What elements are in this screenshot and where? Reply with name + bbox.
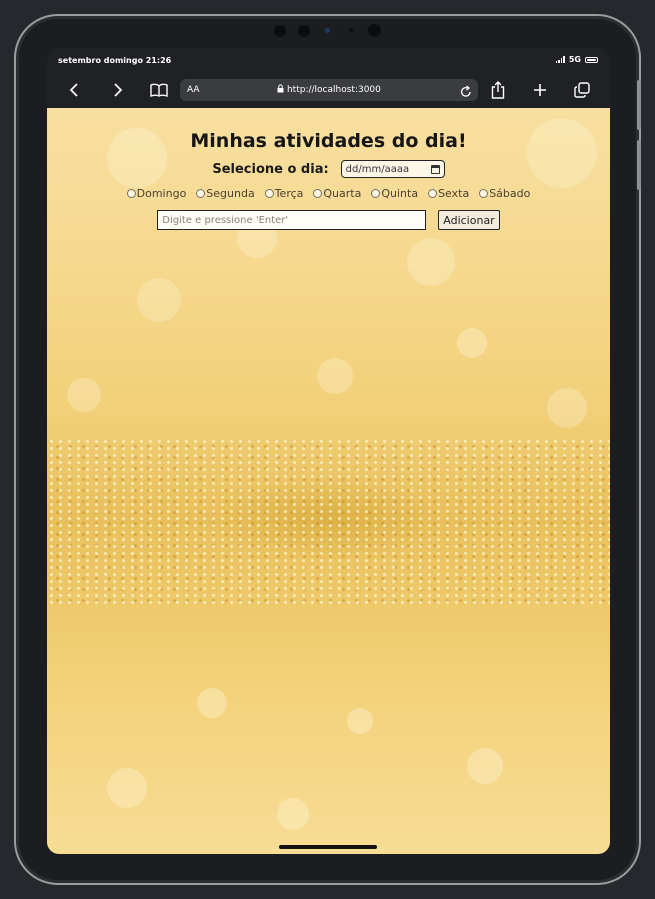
weekday-option-terca[interactable]: Terça [264, 187, 304, 200]
add-task-row: Digite e pressione 'Enter' Adicionar [47, 210, 610, 230]
signal-icon [555, 56, 565, 63]
battery-icon [585, 56, 598, 63]
weekday-option-quarta[interactable]: Quarta [313, 187, 361, 200]
back-icon[interactable] [63, 78, 87, 102]
bokeh-light [467, 748, 503, 784]
tabs-icon[interactable] [570, 78, 594, 102]
radio-button[interactable] [428, 189, 438, 198]
radio-button[interactable] [479, 189, 489, 198]
bokeh-light [317, 358, 353, 394]
radio-button[interactable] [126, 189, 136, 198]
network-label: 5G [568, 55, 581, 64]
share-icon[interactable] [486, 78, 510, 102]
bokeh-light [407, 238, 455, 286]
add-button[interactable]: Adicionar [438, 210, 500, 230]
weekday-label: Domingo [136, 187, 187, 200]
bokeh-light [457, 328, 487, 358]
bokeh-light [277, 798, 309, 830]
page-title: Minhas atividades do dia! [190, 130, 467, 152]
radio-button[interactable] [196, 189, 206, 198]
reload-icon[interactable] [460, 83, 472, 102]
volume-up-button [637, 80, 641, 130]
status-time: setembro domingo 21:26 [58, 56, 172, 65]
weekday-radio-group: Domingo Segunda Terça Quarta Quinta Sext… [47, 187, 610, 200]
new-tab-icon[interactable] [528, 78, 552, 102]
face-id-sensor [325, 28, 330, 33]
bookmarks-icon[interactable] [147, 78, 171, 102]
bokeh-light [347, 708, 373, 734]
bokeh-light [107, 768, 147, 808]
weekday-label: Terça [274, 187, 304, 200]
address-bar[interactable]: AA http://localhost:3000 [180, 79, 478, 101]
url-text: http://localhost:3000 [286, 85, 381, 95]
glitter-band [47, 438, 610, 608]
bokeh-light [547, 388, 587, 428]
front-sensor [298, 25, 310, 37]
ambient-sensor [368, 24, 381, 37]
screen: setembro domingo 21:26 5G AA http://loca… [47, 48, 610, 854]
forward-icon[interactable] [105, 78, 129, 102]
weekday-label: Sexta [438, 187, 470, 200]
weekday-option-segunda[interactable]: Segunda [196, 187, 255, 200]
radio-button[interactable] [313, 189, 323, 198]
task-placeholder: Digite e pressione 'Enter' [162, 214, 289, 226]
weekday-option-domingo[interactable]: Domingo [126, 187, 187, 200]
lock-icon [277, 84, 287, 96]
radio-button[interactable] [264, 189, 274, 198]
task-input[interactable]: Digite e pressione 'Enter' [157, 210, 427, 230]
page-background: Minhas atividades do dia! Selecione o di… [47, 108, 610, 854]
browser-toolbar: AA http://localhost:3000 [47, 72, 610, 108]
weekday-label: Quinta [381, 187, 419, 200]
date-input[interactable]: dd/mm/aaaa [340, 160, 445, 178]
proximity-sensor [349, 28, 353, 32]
weekday-label: Sábado [489, 187, 531, 200]
weekday-option-sexta[interactable]: Sexta [428, 187, 469, 200]
weekday-label: Segunda [206, 187, 255, 200]
date-label: Selecione o dia: [212, 161, 329, 177]
radio-button[interactable] [371, 189, 381, 198]
date-placeholder: dd/mm/aaaa [345, 163, 410, 175]
date-selector: Selecione o dia: dd/mm/aaaa [47, 160, 610, 178]
weekday-option-sabado[interactable]: Sábado [479, 187, 530, 200]
bokeh-light [197, 688, 227, 718]
weekday-option-quinta[interactable]: Quinta [371, 187, 418, 200]
status-indicators: 5G [555, 55, 598, 64]
home-indicator[interactable] [279, 845, 377, 849]
calendar-icon[interactable] [430, 164, 440, 174]
volume-down-button [637, 140, 641, 190]
weekday-label: Quarta [323, 187, 362, 200]
status-bar: setembro domingo 21:26 5G [47, 48, 610, 72]
bokeh-light [67, 378, 101, 412]
front-camera [274, 25, 286, 37]
bokeh-light [137, 278, 181, 322]
